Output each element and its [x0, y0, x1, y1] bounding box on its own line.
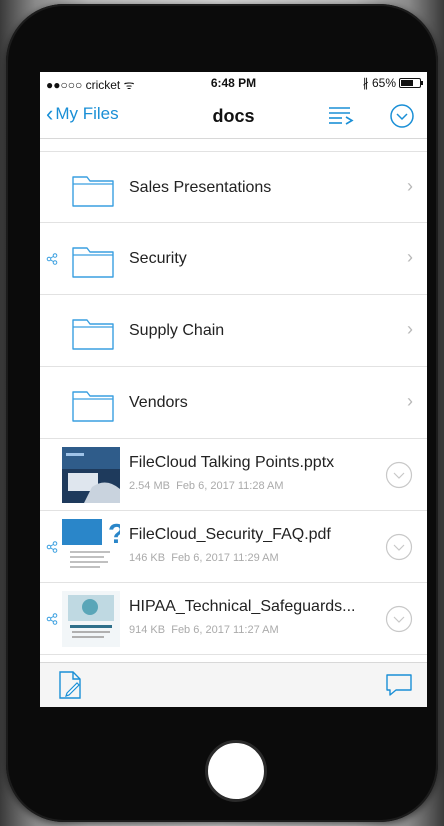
file-row[interactable]: HIPAA_Technical_Safeguards... 914 KB Feb … [40, 583, 427, 655]
folder-row[interactable]: Supply Chain › [40, 295, 427, 367]
file-size: 914 KB [129, 624, 166, 636]
chevron-right-icon: › [407, 176, 413, 196]
navigation-bar: ‹ My Files docs [40, 94, 427, 139]
file-name: FileCloud Talking Points.pptx [129, 454, 335, 471]
file-meta: 2.54 MB Feb 6, 2017 11:28 AM [129, 480, 284, 492]
folder-name: Sales Presentations [129, 179, 272, 196]
svg-text:?: ? [108, 519, 120, 549]
file-date: Feb 6, 2017 11:29 AM [171, 552, 279, 564]
file-meta: 146 KB Feb 6, 2017 11:29 AM [129, 552, 279, 564]
chevron-right-icon: › [407, 247, 413, 267]
battery-icon [399, 78, 423, 88]
file-name: FileCloud_Security_FAQ.pdf [129, 526, 331, 543]
file-row[interactable]: ? FileCloud_Security_FAQ.pdf 146 KB Feb 6,… [40, 511, 427, 583]
folder-row[interactable]: Sales Presentations › [40, 151, 427, 223]
file-thumbnail [62, 591, 120, 647]
file-row[interactable]: FileCloud Talking Points.pptx 2.54 MB Feb… [40, 439, 427, 511]
app-screen: ●●○○○ cricket ᯤ 6:48 PM ∦ 65% ‹ My Files… [40, 72, 427, 707]
folder-name: Supply Chain [129, 322, 225, 339]
chevron-right-icon: › [407, 319, 413, 339]
folder-icon [72, 176, 114, 207]
share-icon [46, 541, 58, 553]
file-list: Sales Presentations › Security › Supply Chai… [40, 139, 427, 655]
status-bar: ●●○○○ cricket ᯤ 6:48 PM ∦ 65% [40, 72, 427, 94]
battery-percent: ∦ 65% [362, 76, 396, 90]
file-name: HIPAA_Technical_Safeguards... [129, 598, 356, 615]
battery-fill [401, 80, 413, 86]
folder-row[interactable]: Security › [40, 223, 427, 295]
file-actions-icon[interactable] [385, 533, 413, 561]
bottom-toolbar [40, 662, 427, 707]
file-thumbnail [62, 447, 120, 503]
file-date: Feb 6, 2017 11:27 AM [171, 624, 279, 636]
comment-icon[interactable] [385, 673, 413, 697]
battery-indicator: ∦ 65% [362, 76, 423, 90]
file-date: Feb 6, 2017 11:28 AM [176, 480, 284, 492]
file-size: 146 KB [129, 552, 166, 564]
chevron-right-icon: › [407, 391, 413, 411]
sort-list-icon[interactable] [328, 106, 354, 126]
new-document-icon[interactable] [58, 671, 82, 699]
folder-name: Security [129, 250, 187, 267]
page-title: docs [212, 106, 255, 126]
file-thumbnail: ? [62, 519, 120, 575]
file-size: 2.54 MB [129, 480, 170, 492]
phone-frame: ●●○○○ cricket ᯤ 6:48 PM ∦ 65% ‹ My Files… [6, 4, 438, 822]
share-icon [46, 613, 58, 625]
folder-icon [72, 319, 114, 350]
folder-row[interactable]: Vendors › [40, 367, 427, 439]
file-actions-icon[interactable] [385, 605, 413, 633]
share-icon [46, 253, 58, 265]
folder-icon [72, 247, 114, 278]
home-button[interactable] [205, 740, 267, 802]
file-meta: 914 KB Feb 6, 2017 11:27 AM [129, 624, 279, 636]
options-chevron-circle-icon[interactable] [390, 104, 414, 128]
folder-icon [72, 391, 114, 422]
file-actions-icon[interactable] [385, 461, 413, 489]
folder-name: Vendors [129, 394, 188, 411]
